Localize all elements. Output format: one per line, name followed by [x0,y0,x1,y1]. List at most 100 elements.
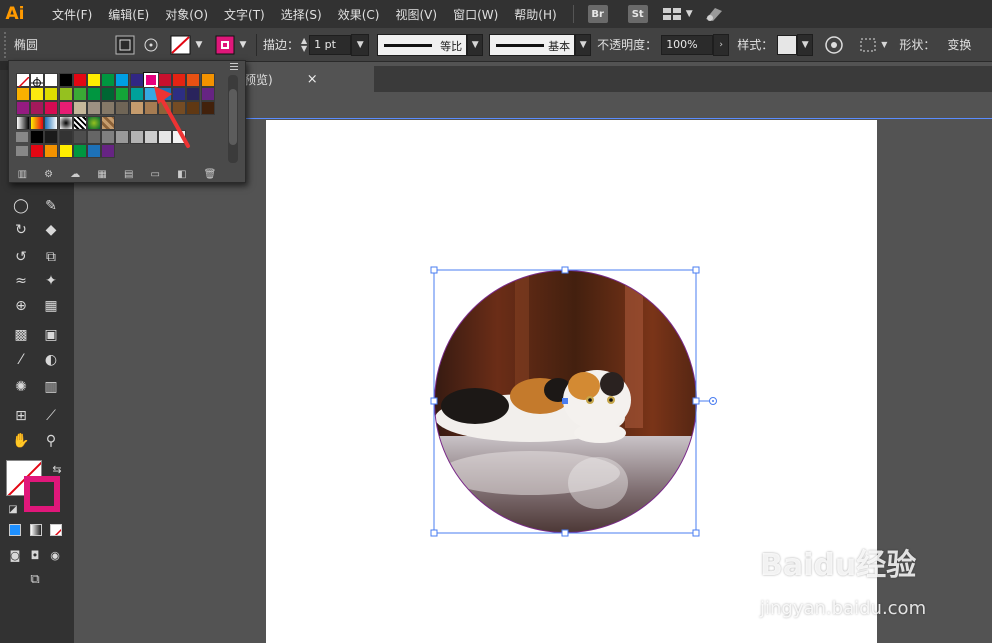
brush-definition[interactable]: 基本 [489,33,576,56]
scale-tool-icon[interactable]: ⧉ [40,246,62,268]
group-swatch-4[interactable] [87,144,101,158]
swatch-0-13[interactable] [200,73,215,87]
swatch-0-3[interactable] [58,73,73,87]
variable-width-profile[interactable]: 等比 [377,33,468,56]
pattern-swatch-3[interactable] [58,115,73,130]
swatch-2-5[interactable] [87,101,101,116]
draw-behind-icon[interactable]: ◘ [24,544,46,566]
shaper-tool-icon[interactable]: ↻ [10,219,32,241]
swatch-0-2[interactable] [44,73,59,87]
swatch-2-3[interactable] [58,101,73,116]
swatch-1-8[interactable] [129,87,144,102]
none-mode-button[interactable] [50,524,62,536]
swatch-kind-icon[interactable]: ⚙ [44,169,53,180]
mesh-tool-icon[interactable]: ▩ [10,324,32,346]
stroke-weight-field[interactable]: 1 pt [309,34,352,55]
gray-swatch-7[interactable] [129,129,144,144]
gray-swatch-0[interactable] [30,129,45,144]
opacity-label[interactable]: 不透明度： [597,36,657,53]
gray-swatch-4[interactable] [87,129,101,144]
gradient-tool-icon[interactable]: ▣ [40,324,62,346]
slice-tool-icon[interactable]: ⟋ [40,405,62,427]
hand-tool-icon[interactable]: ✋ [10,430,32,452]
blend-tool-icon[interactable]: ◐ [40,349,62,371]
group-swatch-1[interactable] [44,144,59,158]
opacity-stepper[interactable]: › [713,33,730,56]
zoom-tool-icon[interactable]: ⚲ [40,430,62,452]
gray-swatch-5[interactable] [101,129,116,144]
puppet-warp-tool-icon[interactable]: ✦ [40,270,62,292]
pattern-swatch-2[interactable] [44,115,59,130]
swatch-1-5[interactable] [87,87,101,102]
menu-type[interactable]: 文字(T) [216,6,273,23]
chevron-down-icon[interactable]: ▼ [192,35,206,55]
recolor-artwork-icon[interactable] [823,34,845,56]
gray-swatch-3[interactable] [72,129,87,144]
swatch-libraries-icon[interactable]: ▥ [18,169,27,180]
swatch-1-2[interactable] [44,87,59,102]
group-swatch-5[interactable] [101,144,116,158]
pattern-swatch-6[interactable] [101,115,116,130]
menu-help[interactable]: 帮助(H) [506,6,564,23]
graphic-style-swatch[interactable] [777,34,798,55]
draw-inside-icon[interactable]: ◉ [44,544,66,566]
menu-file[interactable]: 文件(F) [44,6,100,23]
swatch-2-13[interactable] [200,101,215,116]
swatch-2-7[interactable] [115,101,130,116]
opacity-field[interactable]: 100% [661,34,714,55]
draw-normal-icon[interactable]: ◙ [4,544,26,566]
gray-swatch-1[interactable] [44,129,59,144]
rotate-tool-icon[interactable]: ↺ [10,246,32,268]
swatch-1-4[interactable] [72,87,87,102]
swatch-1-13[interactable] [200,87,215,102]
swatches-popup[interactable]: ▥ ⚙ ☁ ▦ ▤ ▭ ◧ 🗑 [8,60,246,183]
ellipse-tool-icon[interactable]: ◯ [10,195,32,217]
pattern-swatch-5[interactable] [87,115,101,130]
swatch-0-4[interactable] [72,73,87,87]
group-swatch-2[interactable] [58,144,73,158]
eraser-tool-icon[interactable]: ◆ [40,219,62,241]
gray-swatch-2[interactable] [58,129,73,144]
eyedropper-tool-icon[interactable]: ⁄ [10,349,32,371]
gradient-mode-button[interactable] [30,524,42,536]
color-mode-button[interactable] [9,524,21,536]
perspective-grid-tool-icon[interactable]: ▦ [40,295,62,317]
warp-tool-icon[interactable]: ≈ [10,270,32,292]
close-icon[interactable]: × [307,72,318,87]
gpu-performance-icon[interactable] [703,5,725,23]
style-dropdown[interactable]: ▼ [797,33,814,56]
swatch-0-0[interactable] [16,73,30,90]
swatch-1-1[interactable] [30,87,45,102]
chevron-down-icon[interactable]: ▼ [236,35,250,55]
delete-swatch-icon[interactable]: 🗑 [204,169,217,180]
screen-mode-icon[interactable]: ⧉ [24,568,46,590]
stepper-icon[interactable]: ▲ ▼ [301,36,307,53]
shape-builder-tool-icon[interactable]: ⊕ [10,295,32,317]
swatch-0-1[interactable] [30,73,45,89]
gray-swatch-6[interactable] [115,129,130,144]
swatch-1-3[interactable] [58,87,73,102]
swatch-0-6[interactable] [101,73,116,87]
pattern-swatch-0[interactable] [16,115,30,130]
fill-none-swatch[interactable] [170,34,192,56]
swatch-options-icon[interactable]: ▦ [97,169,106,180]
bridge-button[interactable]: Br [587,5,608,23]
panel-menu-icon[interactable] [228,61,240,71]
menu-window[interactable]: 窗口(W) [445,6,506,23]
workspace-layout-icon[interactable] [662,6,682,22]
swatch-2-2[interactable] [44,101,59,116]
new-swatch-icon[interactable]: ◧ [177,169,186,180]
stroke-swatch[interactable] [24,476,60,512]
menu-select[interactable]: 选择(S) [273,6,330,23]
cloud-library-icon[interactable]: ☁ [70,169,80,180]
swatch-2-0[interactable] [16,101,30,116]
menu-object[interactable]: 对象(O) [157,6,216,23]
color-group-icon[interactable]: ▤ [124,169,133,180]
menu-edit[interactable]: 编辑(E) [100,6,157,23]
document-tab[interactable]: 预览) × [244,66,374,92]
swatch-1-0[interactable] [16,87,30,102]
stock-button[interactable]: St [627,5,648,23]
color-group-folder-icon[interactable] [16,131,28,142]
swatch-1-6[interactable] [101,87,116,102]
brush-dropdown[interactable]: ▼ [575,33,592,56]
